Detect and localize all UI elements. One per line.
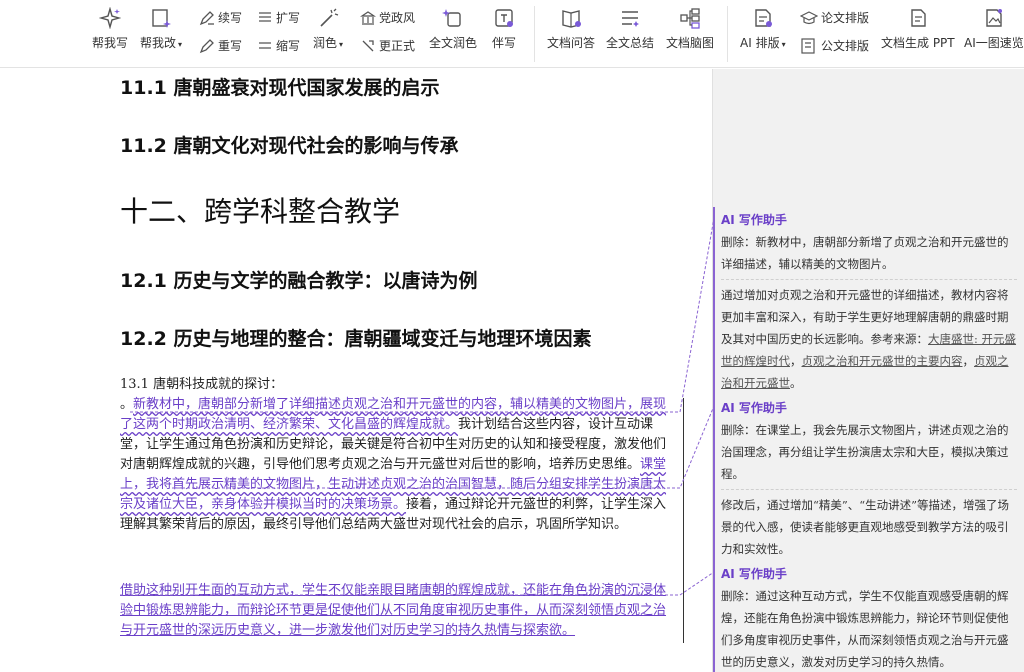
book-question-icon [559,6,583,30]
card-title: AI 写作助手 [721,567,787,581]
heading-11-1: 11.1 唐朝盛衰对现代国家发展的启示 [120,77,440,99]
heading-11-2: 11.2 唐朝文化对现代社会的影响与传承 [120,135,459,157]
card-divider [721,279,1017,280]
ai-layout-icon [751,6,775,30]
document-page[interactable]: 11.1 唐朝盛衰对现代国家发展的启示 11.2 唐朝文化对现代社会的影响与传承… [0,69,712,672]
card-divider [721,489,1017,490]
more-formal-button[interactable]: 更正式 [360,37,415,54]
card-deleted-text: 删除：新教材中，唐朝部分新增了贞观之治和开元盛世的详细描述，辅以精美的文物图片。 [721,235,1009,271]
card-deleted-text: 删除：在课堂上，我会先展示文物图片，讲述贞观之治的治国理念，再分组让学生扮演唐太… [721,423,1009,481]
card-title: AI 写作助手 [721,213,787,227]
heading-12-2: 12.2 历史与地理的整合：唐朝疆域变迁与地理环境因素 [120,328,592,350]
chevron-down-icon: ▾ [781,40,786,49]
reference-link[interactable]: 贞观之治和开元盛世的主要内容 [802,354,963,368]
full-summary-button[interactable]: 全文总结 [606,0,654,51]
rewrite-button[interactable]: 重写 [199,37,242,54]
change-bar [683,398,684,604]
heading-12-1: 12.1 历史与文学的融合教学：以唐诗为例 [120,270,478,292]
paragraph-intro: 13.1 唐朝科技成就的探讨： [120,377,284,392]
wand-icon [316,6,340,30]
doc-mindmap-button[interactable]: 文档脑图 [666,0,714,51]
card-explanation: 通过增加对贞观之治和开元盛世的详细描述，教材内容将更加丰富和深入，有助于学生更好… [721,288,1017,390]
help-edit-button[interactable]: 帮我改 ▾ [140,0,182,51]
pen-icon [199,10,214,25]
heading-12: 十二、跨学科整合教学 [120,195,401,228]
card-explanation: 修改后，通过增加“精美”、“生动讲述”等描述，增强了场景的代入感，使读者能够更直… [721,498,1010,556]
doc-qa-button[interactable]: 文档问答 [547,0,595,51]
help-write-button[interactable]: 帮我写 [92,0,128,51]
mindmap-icon [678,6,702,30]
ai-comment-card[interactable]: AI 写作助手 删除：在课堂上，我会先展示文物图片，讲述贞观之治的治国理念，再分… [713,395,1024,566]
expand-button[interactable]: 扩写 [257,9,300,26]
lines-icon [259,41,271,49]
full-polish-button[interactable]: 全文润色 [429,0,477,51]
ai-comment-card[interactable]: AI 写作助手 删除：新教材中，唐朝部分新增了贞观之治和开元盛世的详细描述，辅以… [713,207,1024,400]
doc-layout-icon [801,37,815,54]
edit-doc-icon [149,6,173,30]
image-icon [982,6,1006,30]
pen-icon [199,38,214,53]
cap-icon [800,10,818,24]
continue-write-button[interactable]: 续写 [199,9,242,26]
ai-comment-panel: AI 写作助手 删除：新教材中，唐朝部分新增了贞观之治和开元盛世的详细描述，辅以… [712,69,1024,672]
chevron-down-icon: ▾ [178,40,183,49]
ai-comment-card[interactable]: AI 写作助手 删除：通过这种互动方式，学生不仅能直观感受唐朝的辉煌，还能在角色… [713,561,1024,672]
toolbar-divider [534,6,535,62]
polish-button[interactable]: 润色 ▾ [313,0,343,51]
ppt-icon [906,6,930,30]
ai-image-overview-button[interactable]: AI一图速览 [964,0,1024,51]
change-bar [683,581,684,643]
paragraph-second[interactable]: 借助这种别开生面的互动方式，学生不仅能亲眼目睹唐朝的辉煌成就，还能在角色扮演的沉… [120,581,678,641]
shorten-button[interactable]: 缩写 [257,37,300,54]
chevron-down-icon: ▾ [339,40,344,49]
cowrite-button[interactable]: 伴写 [492,0,516,51]
formal-icon [362,39,374,51]
sparkle-icon [98,6,122,30]
doc-to-ppt-button[interactable]: 文档生成 PPT [881,0,955,51]
ai-modified-text[interactable]: 借助这种别开生面的互动方式，学生不仅能亲眼目睹唐朝的辉煌成就，还能在角色扮演的沉… [120,583,666,638]
cowrite-icon [492,6,516,30]
ai-toolbar: 帮我写 帮我改 ▾ 续写 重写 扩写 缩写 润色 ▾ 党政风 更正式 全文润色 … [0,0,1024,68]
summary-icon [618,6,642,30]
card-deleted-text: 删除：通过这种互动方式，学生不仅能直观感受唐朝的辉煌，还能在角色扮演中锻炼思辨能… [721,589,1009,669]
party-style-button[interactable]: 党政风 [360,9,415,26]
official-layout-button[interactable]: 公文排版 [800,37,869,54]
magic-icon [441,6,465,30]
party-icon [360,10,376,25]
thesis-layout-button[interactable]: 论文排版 [800,9,869,26]
paragraph-main[interactable]: 。新教材中，唐朝部分新增了详细描述贞观之治和开元盛世的内容，辅以精美的文物图片，… [120,395,678,535]
card-title: AI 写作助手 [721,401,787,415]
lines-icon [259,11,271,22]
ai-layout-button[interactable]: AI 排版 ▾ [740,0,786,51]
text-segment: 。 [120,397,134,412]
toolbar-divider [727,6,728,62]
